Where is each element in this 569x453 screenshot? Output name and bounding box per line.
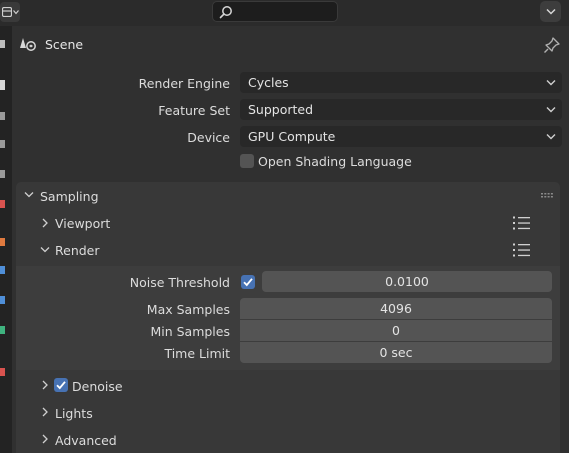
- max-samples-label: Max Samples: [146, 302, 230, 317]
- chevron-down-icon: [546, 107, 556, 113]
- search-icon: [219, 6, 232, 19]
- render-engine-value: Cycles: [248, 75, 289, 90]
- output-tab-icon[interactable]: [0, 112, 5, 120]
- pin-icon[interactable]: [543, 36, 561, 54]
- min-samples-label: Min Samples: [150, 324, 230, 339]
- chevron-down-icon: [546, 80, 556, 86]
- properties-tab-strip: [0, 0, 12, 453]
- feature-set-dropdown[interactable]: Supported: [240, 99, 562, 120]
- noise-threshold-field[interactable]: 0.0100: [262, 271, 552, 292]
- tool-tab-icon[interactable]: [0, 40, 5, 48]
- presets-list-icon[interactable]: [513, 243, 531, 257]
- denoise-checkbox[interactable]: [54, 378, 68, 392]
- time-limit-label: Time Limit: [164, 346, 230, 361]
- constraints-tab-icon[interactable]: [0, 368, 5, 376]
- editor-type-icon: [1, 7, 12, 17]
- filter-dropdown-button[interactable]: [540, 1, 561, 22]
- osl-label[interactable]: Open Shading Language: [258, 154, 412, 169]
- modifier-tab-icon[interactable]: [0, 266, 5, 274]
- device-label: Device: [187, 130, 230, 145]
- render-tab-icon[interactable]: [0, 80, 5, 90]
- scene-tab-icon[interactable]: [0, 170, 5, 178]
- advanced-title: Advanced: [55, 433, 117, 448]
- lights-title: Lights: [55, 406, 93, 421]
- render-title: Render: [55, 243, 100, 258]
- checkmark-icon: [56, 381, 66, 390]
- osl-checkbox[interactable]: [240, 154, 254, 168]
- particles-tab-icon[interactable]: [0, 296, 5, 304]
- render-engine-label: Render Engine: [138, 76, 230, 91]
- viewport-title: Viewport: [55, 216, 111, 231]
- render-engine-dropdown[interactable]: Cycles: [240, 72, 562, 93]
- view-layer-tab-icon[interactable]: [0, 140, 5, 148]
- chevron-down-icon: [12, 10, 19, 15]
- viewport-subpanel-header[interactable]: Viewport: [16, 211, 560, 237]
- device-value: GPU Compute: [248, 129, 336, 144]
- max-samples-field[interactable]: 4096: [240, 298, 552, 319]
- sampling-title: Sampling: [40, 189, 99, 204]
- search-input[interactable]: [237, 4, 337, 21]
- sampling-panel-header[interactable]: Sampling: [16, 182, 560, 210]
- chevron-down-icon: [546, 134, 556, 140]
- search-field[interactable]: [212, 1, 338, 22]
- context-title: Scene: [45, 37, 84, 52]
- min-samples-field[interactable]: 0: [240, 320, 552, 341]
- scene-icon: [20, 38, 36, 51]
- chevron-down-icon: [24, 192, 34, 198]
- lights-subpanel-header[interactable]: Lights: [16, 400, 560, 426]
- checkmark-icon: [243, 278, 253, 287]
- physics-tab-icon[interactable]: [0, 326, 5, 334]
- presets-list-icon[interactable]: [513, 216, 531, 230]
- time-limit-field[interactable]: 0 sec: [240, 342, 552, 363]
- noise-threshold-label: Noise Threshold: [129, 275, 230, 290]
- device-dropdown[interactable]: GPU Compute: [240, 126, 562, 147]
- chevron-right-icon: [42, 218, 48, 228]
- chevron-right-icon: [42, 434, 48, 444]
- noise-threshold-checkbox[interactable]: [241, 275, 255, 289]
- context-bar: [12, 26, 569, 62]
- denoise-title: Denoise: [72, 379, 123, 394]
- chevron-down-icon: [40, 247, 50, 253]
- denoise-subpanel-header[interactable]: Denoise: [16, 373, 560, 399]
- drag-handle-icon[interactable]: [541, 193, 553, 198]
- chevron-down-icon: [545, 8, 556, 15]
- advanced-subpanel-header[interactable]: Advanced: [16, 427, 560, 453]
- world-tab-icon[interactable]: [0, 200, 5, 208]
- render-subpanel-header[interactable]: Render: [16, 238, 560, 264]
- feature-set-value: Supported: [248, 102, 314, 117]
- chevron-right-icon: [42, 380, 48, 390]
- object-tab-icon[interactable]: [0, 238, 5, 246]
- editor-type-button[interactable]: [0, 2, 20, 22]
- feature-set-label: Feature Set: [158, 103, 230, 118]
- chevron-right-icon: [42, 407, 48, 417]
